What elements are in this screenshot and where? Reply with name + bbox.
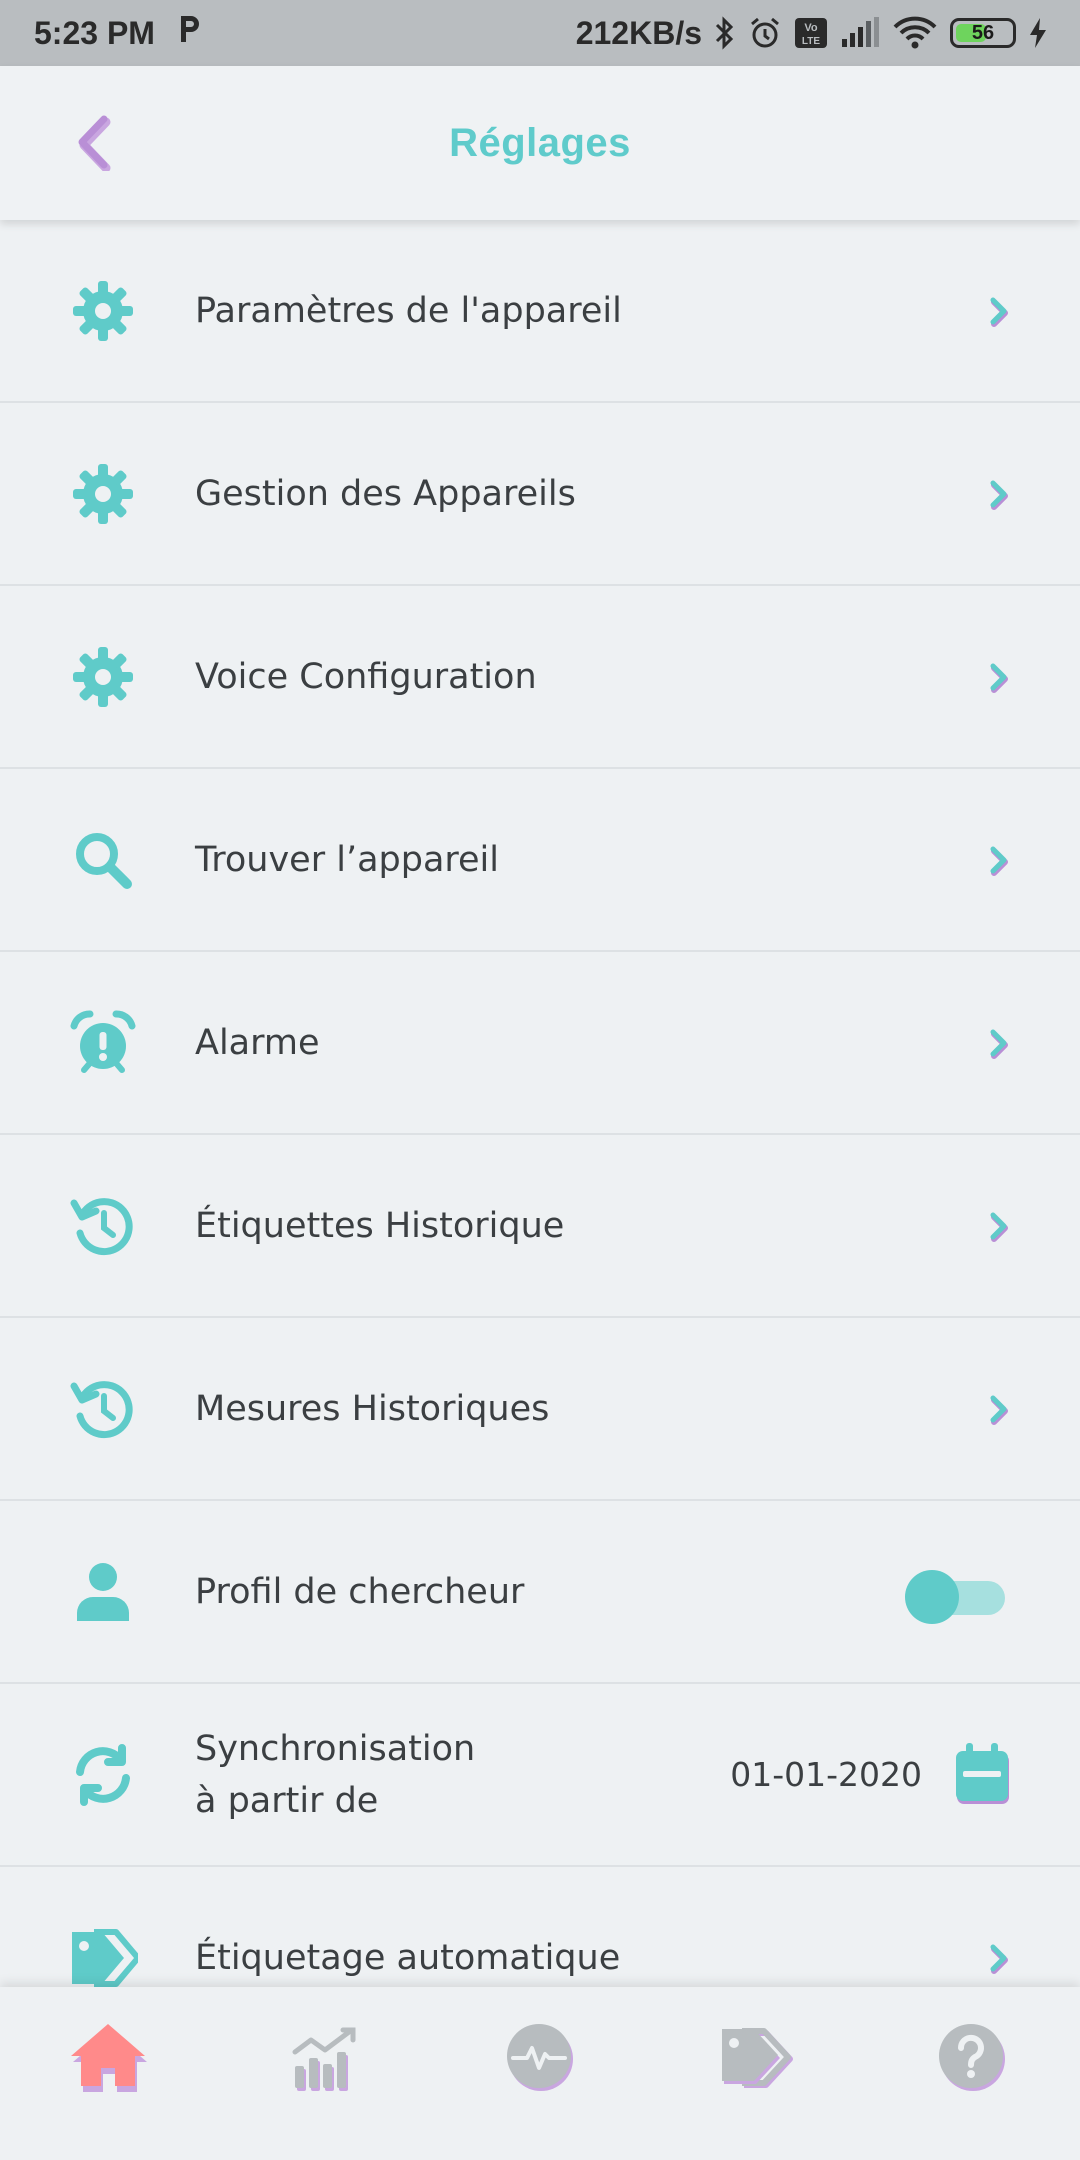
nav-statistics[interactable] <box>269 2009 379 2109</box>
p-icon <box>177 14 203 52</box>
chevron-right-icon <box>984 474 1014 514</box>
chevron-right-icon <box>984 1206 1014 1246</box>
settings-item-alarm[interactable]: Alarme <box>0 952 1080 1135</box>
network-speed: 212KB/s <box>575 14 702 51</box>
alarm-icon <box>748 16 782 50</box>
search-icon <box>66 823 140 897</box>
gear-icon <box>66 640 140 714</box>
chevron-left-icon <box>72 113 112 175</box>
calendar-icon <box>953 1741 1011 1809</box>
gear-icon <box>66 274 140 348</box>
settings-item-label: Étiquetage automatique <box>195 1937 621 1978</box>
back-button[interactable] <box>64 114 120 174</box>
app-header: Réglages <box>0 66 1080 220</box>
sync-label: Synchronisation à partir de <box>195 1723 475 1827</box>
gear-icon <box>66 457 140 531</box>
chevron-right-icon <box>984 1389 1014 1429</box>
nav-help[interactable] <box>917 2009 1027 2109</box>
settings-item-label: Alarme <box>195 1022 320 1063</box>
sync-label-line1: Synchronisation <box>195 1728 476 1769</box>
settings-item-device-management[interactable]: Gestion des Appareils <box>0 403 1080 586</box>
help-icon <box>936 2021 1008 2097</box>
home-icon <box>67 2022 149 2096</box>
nav-home[interactable] <box>53 2009 163 2109</box>
settings-item-label: Paramètres de l'appareil <box>195 290 622 331</box>
settings-item-label: Gestion des Appareils <box>195 473 576 514</box>
chevron-right-icon <box>984 840 1014 880</box>
history-icon <box>66 1189 140 1263</box>
bottom-nav <box>0 1987 1080 2160</box>
settings-item-sync-from: Synchronisation à partir de 01-01-2020 <box>0 1684 1080 1867</box>
settings-item-label: Profil de chercheur <box>195 1571 525 1612</box>
alarm-clock-icon <box>66 1006 140 1080</box>
chart-icon <box>289 2022 359 2096</box>
charging-icon <box>1028 17 1048 49</box>
sync-icon <box>66 1738 140 1812</box>
settings-item-measurements-history[interactable]: Mesures Historiques <box>0 1318 1080 1501</box>
settings-item-tags-history[interactable]: Étiquettes Historique <box>0 1135 1080 1318</box>
sync-date-value[interactable]: 01-01-2020 <box>730 1755 922 1794</box>
settings-item-label: Mesures Historiques <box>195 1388 550 1429</box>
chevron-right-icon <box>984 657 1014 697</box>
tag-icon <box>66 1921 140 1995</box>
battery-icon: 56 <box>950 18 1016 48</box>
settings-list: Paramètres de l'appareil Gestion des App… <box>0 220 1080 2050</box>
status-time: 5:23 PM <box>34 14 155 51</box>
calendar-button[interactable] <box>952 1742 1012 1808</box>
settings-item-label: Voice Configuration <box>195 656 537 697</box>
settings-item-researcher-profile: Profil de chercheur <box>0 1501 1080 1684</box>
heartbeat-icon <box>505 2022 575 2096</box>
chevron-right-icon <box>984 1938 1014 1978</box>
status-bar: 5:23 PM 212KB/s Vo LTE 56 <box>0 0 1080 66</box>
nav-measure[interactable] <box>485 2009 595 2109</box>
history-icon <box>66 1372 140 1446</box>
bluetooth-icon <box>714 16 736 50</box>
settings-item-find-device[interactable]: Trouver l’appareil <box>0 769 1080 952</box>
page-title: Réglages <box>449 120 631 165</box>
settings-item-label: Trouver l’appareil <box>195 839 499 880</box>
chevron-right-icon <box>984 291 1014 331</box>
user-icon <box>66 1555 140 1629</box>
researcher-profile-toggle[interactable] <box>905 1564 1005 1624</box>
battery-level: 56 <box>971 21 995 44</box>
svg-text:Vo: Vo <box>804 22 818 34</box>
signal-icon <box>840 17 880 49</box>
wifi-icon <box>892 16 938 50</box>
toggle-knob <box>905 1569 959 1624</box>
nav-tags[interactable] <box>701 2009 811 2109</box>
settings-item-label: Étiquettes Historique <box>195 1205 565 1246</box>
settings-item-voice-configuration[interactable]: Voice Configuration <box>0 586 1080 769</box>
chevron-right-icon <box>984 1023 1014 1063</box>
settings-item-device-parameters[interactable]: Paramètres de l'appareil <box>0 220 1080 403</box>
tags-icon <box>718 2025 794 2093</box>
svg-text:LTE: LTE <box>802 36 820 47</box>
sync-label-line2: à partir de <box>195 1780 379 1821</box>
volte-icon: Vo LTE <box>794 17 828 49</box>
